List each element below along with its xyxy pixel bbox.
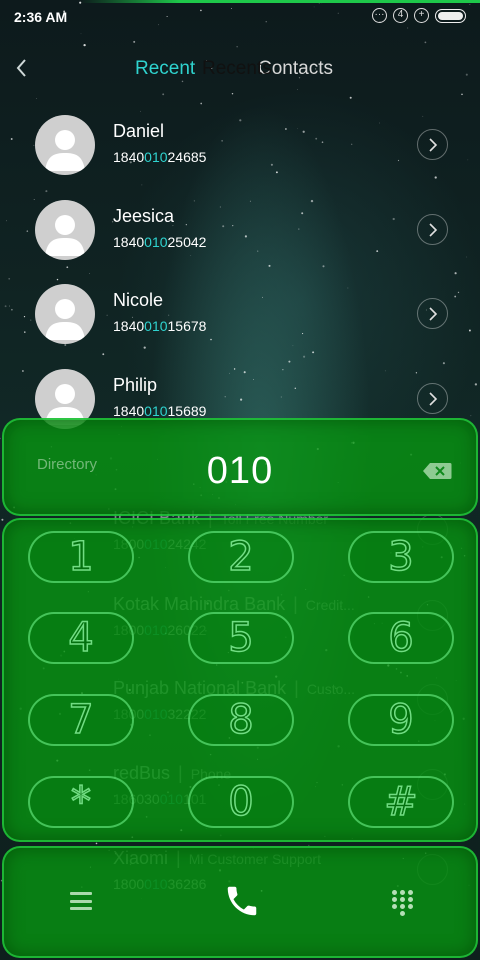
status-icons: ··· 4 + bbox=[372, 8, 466, 23]
contact-name: Nicole bbox=[113, 290, 164, 310]
avatar bbox=[35, 284, 95, 344]
contact-name: Daniel bbox=[113, 121, 165, 141]
avatar bbox=[35, 200, 95, 260]
back-icon[interactable] bbox=[10, 54, 34, 82]
status-time: 2:36 AM bbox=[14, 9, 68, 25]
keypad-panel: 1 2 3 4 5 6 7 8 9 * 0 # bbox=[2, 518, 478, 842]
notification-count-icon: 4 bbox=[393, 8, 408, 23]
contact-name: Jeesica bbox=[113, 206, 175, 226]
key-seven[interactable]: 7 bbox=[28, 694, 134, 746]
key-four[interactable]: 4 bbox=[28, 612, 134, 664]
contact-row[interactable]: Daniel 184001024685 bbox=[0, 115, 480, 195]
avatar bbox=[35, 115, 95, 175]
dialed-number-panel: Directory 010 bbox=[2, 418, 478, 516]
contact-number: 184001025042 bbox=[113, 234, 207, 250]
key-nine[interactable]: 9 bbox=[348, 694, 454, 746]
status-bar: 2:36 AM ··· 4 + bbox=[0, 0, 480, 34]
action-bar bbox=[2, 846, 478, 958]
contact-number: 184001015689 bbox=[113, 403, 207, 419]
contact-number: 184001024685 bbox=[113, 149, 207, 165]
contact-row[interactable]: Nicole 184001015678 bbox=[0, 284, 480, 364]
more-icon: ··· bbox=[372, 8, 387, 23]
key-one[interactable]: 1 bbox=[28, 531, 134, 583]
contact-name: Philip bbox=[113, 375, 158, 395]
tab-recent[interactable]: Recent bbox=[135, 58, 195, 80]
tab-recents[interactable]: Recents bbox=[202, 58, 272, 80]
chevron-right-icon[interactable] bbox=[417, 383, 448, 414]
key-five[interactable]: 5 bbox=[188, 612, 294, 664]
contact-number: 184001015678 bbox=[113, 318, 207, 334]
contact-row[interactable]: Jeesica 184001025042 bbox=[0, 200, 480, 280]
header-tabs: Recent Contacts Recents bbox=[130, 58, 360, 84]
chevron-right-icon[interactable] bbox=[417, 298, 448, 329]
battery-icon bbox=[435, 8, 466, 23]
chevron-right-icon[interactable] bbox=[417, 129, 448, 160]
key-two[interactable]: 2 bbox=[188, 531, 294, 583]
key-eight[interactable]: 8 bbox=[188, 694, 294, 746]
dialpad-icon[interactable] bbox=[392, 890, 416, 916]
key-six[interactable]: 6 bbox=[348, 612, 454, 664]
call-button[interactable] bbox=[223, 882, 261, 920]
add-icon: + bbox=[414, 8, 429, 23]
menu-icon[interactable] bbox=[70, 892, 92, 910]
key-hash[interactable]: # bbox=[348, 776, 454, 828]
backspace-icon[interactable] bbox=[422, 462, 452, 480]
chevron-right-icon[interactable] bbox=[417, 214, 448, 245]
key-three[interactable]: 3 bbox=[348, 531, 454, 583]
dialed-number: 010 bbox=[206, 450, 274, 492]
key-zero[interactable]: 0 bbox=[188, 776, 294, 828]
key-star[interactable]: * bbox=[28, 776, 134, 828]
